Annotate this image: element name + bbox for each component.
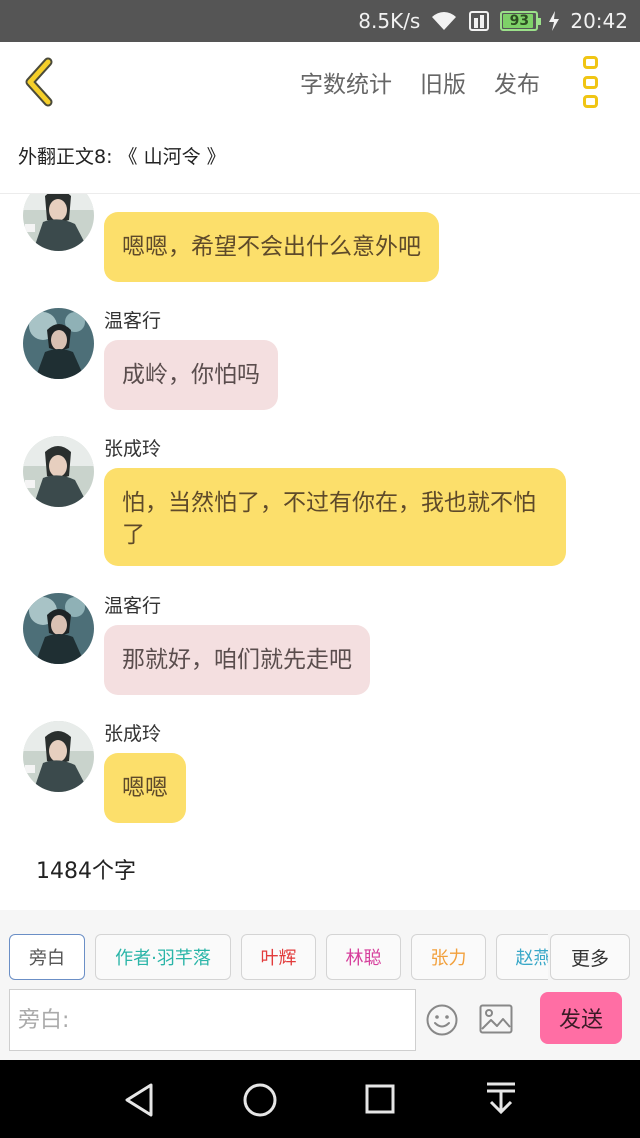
word-count-button[interactable]: 字数统计	[300, 65, 392, 99]
character-label: 作者·羽芊落	[115, 948, 211, 969]
network-speed: 8.5K/s	[358, 9, 421, 33]
message-bubble[interactable]: 嗯嗯，希望不会出什么意外吧	[104, 212, 439, 282]
emoji-button[interactable]	[426, 1004, 458, 1036]
status-bar: 8.5K/s 93 20:42	[0, 0, 640, 42]
publish-button[interactable]: 发布	[494, 65, 540, 99]
message-text: 成岭，你怕吗	[122, 362, 260, 388]
character-selector[interactable]: 旁白 作者·羽芊落 叶辉 林聪 张力 赵燕	[0, 934, 548, 982]
speaker-name: 张成玲	[104, 723, 162, 745]
square-recents-icon[interactable]	[364, 1083, 396, 1115]
circle-home-icon[interactable]	[242, 1082, 278, 1118]
navigation-bar	[0, 1060, 640, 1138]
app-screen: 8.5K/s 93 20:42 字数统计 旧版 发布 外翻正文8: 《 山河令 …	[0, 0, 640, 1138]
character-label: 旁白	[29, 948, 65, 969]
send-button[interactable]: 发送	[540, 992, 622, 1044]
character-zhaoyan[interactable]: 赵燕	[496, 934, 548, 980]
character-zhangli[interactable]: 张力	[411, 934, 486, 980]
message-bubble[interactable]: 嗯嗯	[104, 753, 186, 823]
character-label: 赵燕	[515, 948, 549, 969]
character-label: 林聪	[345, 948, 382, 969]
menu-dot	[582, 75, 598, 89]
chevron-left-icon	[25, 57, 53, 107]
speaker-name: 温客行	[104, 595, 162, 617]
three-dots-vertical-icon	[582, 56, 598, 69]
smiley-icon	[426, 1004, 458, 1036]
battery-level: 93	[509, 13, 530, 29]
more-characters-button[interactable]: 更多	[550, 934, 630, 980]
header-actions: 字数统计 旧版 发布	[272, 42, 540, 122]
menu-dot	[582, 95, 598, 108]
more-menu-button[interactable]	[580, 56, 600, 108]
pull-down-icon[interactable]	[484, 1080, 518, 1116]
avatar-wen[interactable]	[23, 593, 94, 664]
message-bubble[interactable]: 那就好，咱们就先走吧	[104, 625, 370, 695]
sim-icon	[468, 10, 490, 32]
old-version-button[interactable]: 旧版	[420, 65, 466, 99]
message-bubble[interactable]: 成岭，你怕吗	[104, 340, 278, 410]
chat-area[interactable]: 嗯嗯，希望不会出什么意外吧 温客行 成岭，你怕吗 张成玲 怕，当然怕了，不过有你…	[0, 194, 640, 910]
back-button[interactable]	[18, 56, 68, 108]
character-label: 叶辉	[260, 948, 297, 969]
avatar-zhang[interactable]	[23, 194, 94, 251]
character-yehui[interactable]: 叶辉	[241, 934, 316, 980]
message-text: 怕，当然怕了，不过有你在，我也就不怕了	[122, 490, 536, 548]
battery-tip	[538, 18, 542, 25]
avatar-wen[interactable]	[23, 308, 94, 379]
character-narrator[interactable]: 旁白	[9, 934, 85, 980]
message-bubble[interactable]: 怕，当然怕了，不过有你在，我也就不怕了	[104, 468, 566, 566]
document-title: 外翻正文8: 《 山河令 》	[18, 146, 226, 168]
battery-indicator: 93	[500, 11, 542, 31]
image-icon	[479, 1004, 513, 1034]
image-button[interactable]	[479, 1004, 513, 1034]
message-text: 那就好，咱们就先走吧	[122, 647, 352, 673]
avatar-zhang[interactable]	[23, 721, 94, 792]
message-text: 嗯嗯，希望不会出什么意外吧	[122, 234, 421, 260]
speaker-name: 温客行	[104, 310, 162, 332]
word-count: 1484个字	[36, 859, 136, 884]
clock: 20:42	[570, 9, 628, 33]
avatar-zhang[interactable]	[23, 436, 94, 507]
charging-icon	[548, 10, 560, 32]
triangle-back-icon[interactable]	[122, 1082, 156, 1118]
wifi-icon	[430, 10, 458, 32]
input-panel: 旁白 作者·羽芊落 叶辉 林聪 张力 赵燕 更多 旁白: 发送	[0, 910, 640, 1060]
character-label: 张力	[430, 948, 467, 969]
character-lincong[interactable]: 林聪	[326, 934, 401, 980]
character-author[interactable]: 作者·羽芊落	[95, 934, 231, 980]
header-bar: 字数统计 旧版 发布	[0, 42, 640, 122]
message-text: 嗯嗯	[122, 775, 168, 801]
message-input[interactable]	[9, 989, 416, 1051]
speaker-name: 张成玲	[104, 438, 162, 460]
